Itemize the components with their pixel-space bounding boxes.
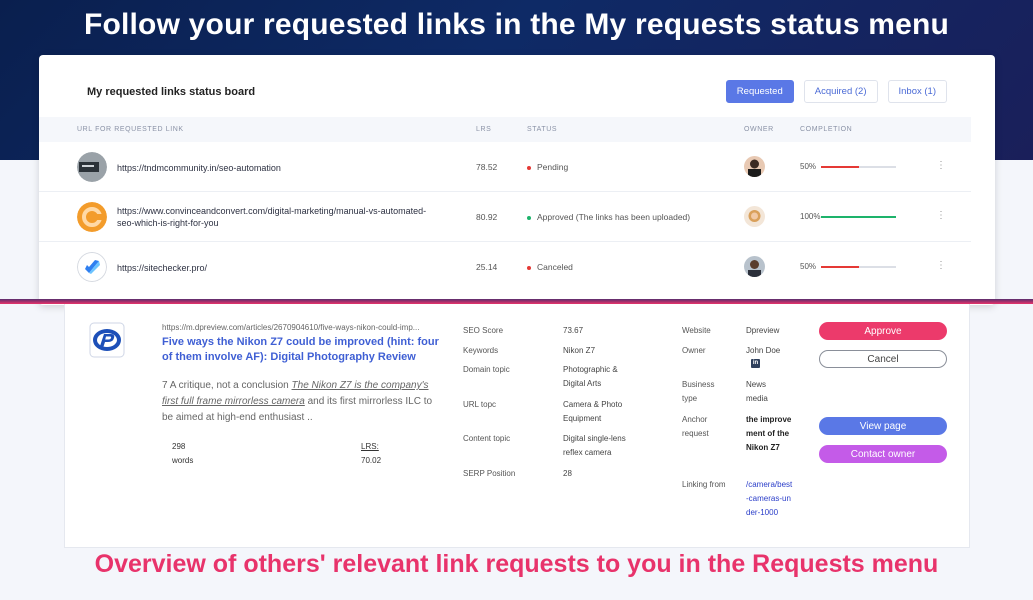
completion-bar [821,216,896,218]
lrs-label: LRS: [361,442,379,451]
approve-button[interactable]: Approve [819,322,947,340]
link-request-card: https://m.dpreview.com/articles/26709046… [64,304,970,548]
row-lrs: 78.52 [476,162,498,172]
anchor-request-label: Anchor request [682,415,709,438]
word-count-value: 298 [172,442,186,451]
word-count-label: words [172,456,194,465]
owner-avatar [744,206,765,227]
serp-position-value: 28 [563,469,572,478]
completion-bar-fill [821,216,896,218]
row-status-text: Approved (The links has been uploaded) [537,212,691,222]
row-url[interactable]: https://www.convinceandconvert.com/digit… [117,205,437,229]
more-options-icon[interactable]: ⋮ [936,160,946,171]
snippet-prefix: 7 A critique, not a conclusion [162,380,292,391]
board-title: My requested links status board [87,86,256,98]
website-label: Website [682,326,711,335]
row-status: Canceled [527,262,573,272]
lrs-value: 70.02 [361,456,382,465]
col-completion: COMPLETION [800,126,853,133]
row-completion: 100% [800,212,821,221]
keywords-label: Keywords [463,346,499,355]
tab-inbox[interactable]: Inbox (1) [887,80,947,103]
row-completion: 50% [800,262,817,271]
status-board-panel: My requested links status board Requeste… [39,55,995,305]
status-dot-icon [527,215,531,220]
lrs-score: LRS: 70.02 [361,440,381,468]
row-lrs: 80.92 [476,212,498,222]
website-value: Dpreview [746,326,780,335]
anchor-request-value: the improvement of the Nikon Z7 [746,415,792,452]
article-title[interactable]: Five ways the Nikon Z7 could be improved… [162,335,442,365]
owner-avatar [744,256,765,277]
col-lrs: LRS [476,126,492,133]
linkedin-icon[interactable]: in [751,359,760,368]
article-url[interactable]: https://m.dpreview.com/articles/26709046… [162,323,438,332]
view-page-button[interactable]: View page [819,417,947,435]
article-snippet: 7 A critique, not a conclusion The Nikon… [162,378,442,426]
row-status-text: Canceled [537,262,573,272]
word-count: 298 words [172,440,193,468]
col-url: URL FOR REQUESTED LINK [77,126,184,133]
row-status: Pending [527,162,568,172]
owner-label: Owner [682,346,706,355]
col-owner: OWNER [744,126,774,133]
completion-bar-fill [821,166,859,168]
completion-bar [821,266,896,268]
status-dot-icon [527,165,531,170]
row-status-text: Pending [537,162,569,172]
row-url[interactable]: https://sitechecker.pro/ [117,262,437,274]
row-completion: 50% [800,162,817,171]
domain-topic-value: Photographic & Digital Arts [563,365,618,388]
table-row: https://sitechecker.pro/ 25.14 Canceled … [39,242,971,292]
completion-bar-fill [821,266,859,268]
url-topic-label: URL topc [463,400,497,409]
col-status: STATUS [527,126,558,133]
keywords-value: Nikon Z7 [563,346,596,355]
url-topic-value: Camera & Photo Equipment [563,400,623,423]
tab-acquired[interactable]: Acquired (2) [803,80,878,103]
business-type-value: News media [746,380,768,403]
tab-requested[interactable]: Requested [725,80,794,103]
owner-avatar [744,156,765,177]
table-row: https://tndmcommunity.in/seo-automation … [39,142,971,192]
dpreview-logo-icon [89,322,125,358]
status-dot-icon [527,265,531,270]
content-topic-value: Digital single-lens reflex camera [563,434,626,457]
owner-value: John Doe [746,346,781,355]
seo-score-label: SEO Score [463,326,504,335]
site-logo-icon [77,152,107,182]
business-type-label: Business type [682,380,715,403]
row-lrs: 25.14 [476,262,498,272]
linking-from-link[interactable]: /camera/best-cameras-under-1000 [746,478,794,520]
completion-bar [821,166,896,168]
contact-owner-button[interactable]: Contact owner [819,445,947,463]
domain-topic-label: Domain topic [463,365,510,374]
cancel-button[interactable]: Cancel [819,350,947,368]
site-logo-icon [77,252,107,282]
more-options-icon[interactable]: ⋮ [936,260,946,271]
board-tabs: Requested Acquired (2) Inbox (1) [725,80,947,103]
row-url[interactable]: https://tndmcommunity.in/seo-automation [117,162,437,174]
headline: Follow your requested links in the My re… [83,8,950,41]
row-status: Approved (The links has been uploaded) [527,212,690,222]
serp-position-label: SERP Position [463,469,516,478]
table-row: https://www.convinceandconvert.com/digit… [39,192,971,242]
more-options-icon[interactable]: ⋮ [936,210,946,221]
content-topic-label: Content topic [463,434,511,443]
site-logo-icon [77,202,107,232]
caption: Overview of others' relevant link reques… [94,550,939,578]
linking-from-label: Linking from [682,480,726,489]
seo-score-value: 73.67 [563,326,584,335]
table-header: URL FOR REQUESTED LINK LRS STATUS OWNER … [39,117,971,142]
